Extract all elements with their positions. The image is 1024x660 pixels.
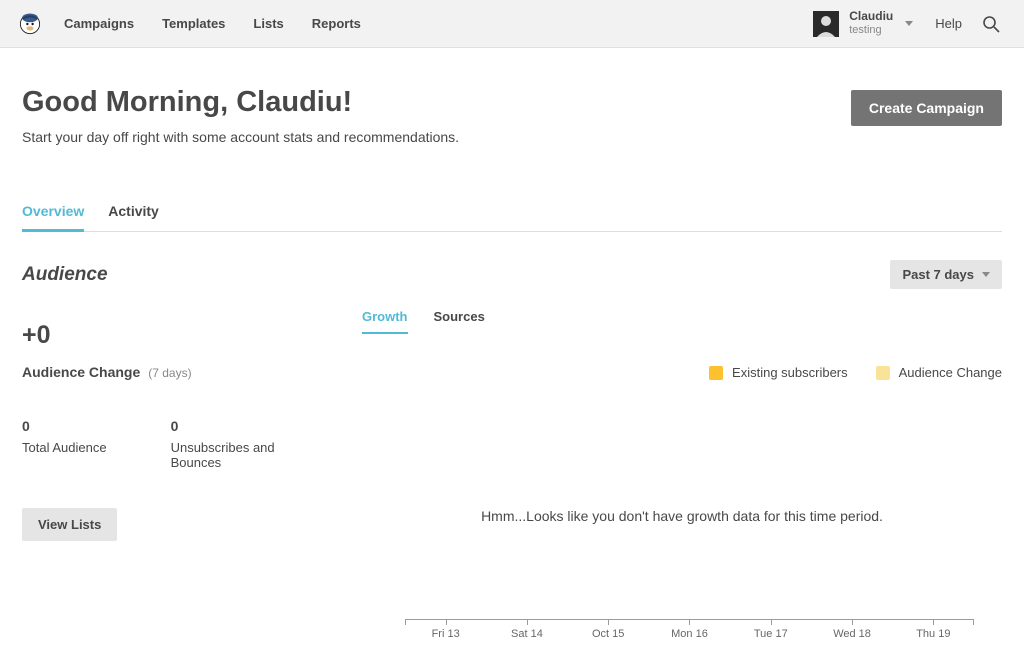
top-bar: Campaigns Templates Lists Reports Claudi…	[0, 0, 1024, 48]
nav-reports[interactable]: Reports	[312, 16, 361, 31]
search-icon[interactable]	[982, 15, 1000, 33]
legend-existing-label: Existing subscribers	[732, 365, 848, 380]
empty-chart-message: Hmm...Looks like you don't have growth d…	[362, 508, 1002, 524]
chart-tabs: Growth Sources	[362, 309, 1002, 335]
total-audience-stat: 0 Total Audience	[22, 418, 107, 470]
unsubscribes-label: Unsubscribes and Bounces	[171, 440, 301, 470]
axis-tick: Tue 17	[730, 620, 811, 640]
subtab-growth[interactable]: Growth	[362, 309, 408, 334]
chevron-down-icon	[982, 272, 990, 277]
primary-tabs: Overview Activity	[22, 203, 1002, 232]
legend-change: Audience Change	[876, 365, 1002, 380]
profile-text: Claudiu testing	[849, 10, 893, 36]
profile-sub: testing	[849, 24, 893, 37]
chart-legend: Existing subscribers Audience Change	[362, 365, 1002, 380]
total-audience-label: Total Audience	[22, 440, 107, 455]
swatch-existing	[709, 366, 723, 380]
avatar	[813, 11, 839, 37]
page-subtitle: Start your day off right with some accou…	[22, 129, 459, 145]
axis-tick: Thu 19	[893, 620, 974, 640]
audience-change-label: Audience Change	[22, 364, 140, 380]
profile-menu[interactable]: Claudiu testing	[813, 10, 913, 36]
axis-tick: Oct 15	[568, 620, 649, 640]
view-lists-button[interactable]: View Lists	[22, 508, 117, 541]
page-title: Good Morning, Claudiu!	[22, 86, 459, 119]
axis-tick: Sat 14	[486, 620, 567, 640]
legend-existing: Existing subscribers	[709, 365, 848, 380]
help-link[interactable]: Help	[935, 16, 962, 31]
create-campaign-button[interactable]: Create Campaign	[851, 90, 1002, 126]
logo[interactable]	[16, 10, 44, 38]
unsubscribes-stat: 0 Unsubscribes and Bounces	[171, 418, 301, 470]
chart-x-axis: Fri 13 Sat 14 Oct 15 Mon 16 Tue 17 Wed 1…	[405, 619, 974, 640]
tab-overview[interactable]: Overview	[22, 203, 84, 232]
section-title-audience: Audience	[22, 264, 108, 286]
date-range-label: Past 7 days	[902, 267, 974, 282]
total-audience-value: 0	[22, 418, 107, 434]
date-range-select[interactable]: Past 7 days	[890, 260, 1002, 289]
axis-tick: Wed 18	[811, 620, 892, 640]
profile-name: Claudiu	[849, 10, 893, 24]
unsubscribes-value: 0	[171, 418, 301, 434]
swatch-change	[876, 366, 890, 380]
axis-tick: Fri 13	[405, 620, 486, 640]
tab-activity[interactable]: Activity	[108, 203, 159, 231]
main-nav: Campaigns Templates Lists Reports	[64, 16, 361, 31]
chevron-down-icon	[905, 21, 913, 26]
axis-tick: Mon 16	[649, 620, 730, 640]
audience-change-period: (7 days)	[148, 366, 191, 380]
audience-change-value: +0	[22, 321, 356, 350]
nav-templates[interactable]: Templates	[162, 16, 225, 31]
legend-change-label: Audience Change	[899, 365, 1002, 380]
subtab-sources[interactable]: Sources	[434, 309, 485, 334]
nav-lists[interactable]: Lists	[253, 16, 283, 31]
nav-campaigns[interactable]: Campaigns	[64, 16, 134, 31]
